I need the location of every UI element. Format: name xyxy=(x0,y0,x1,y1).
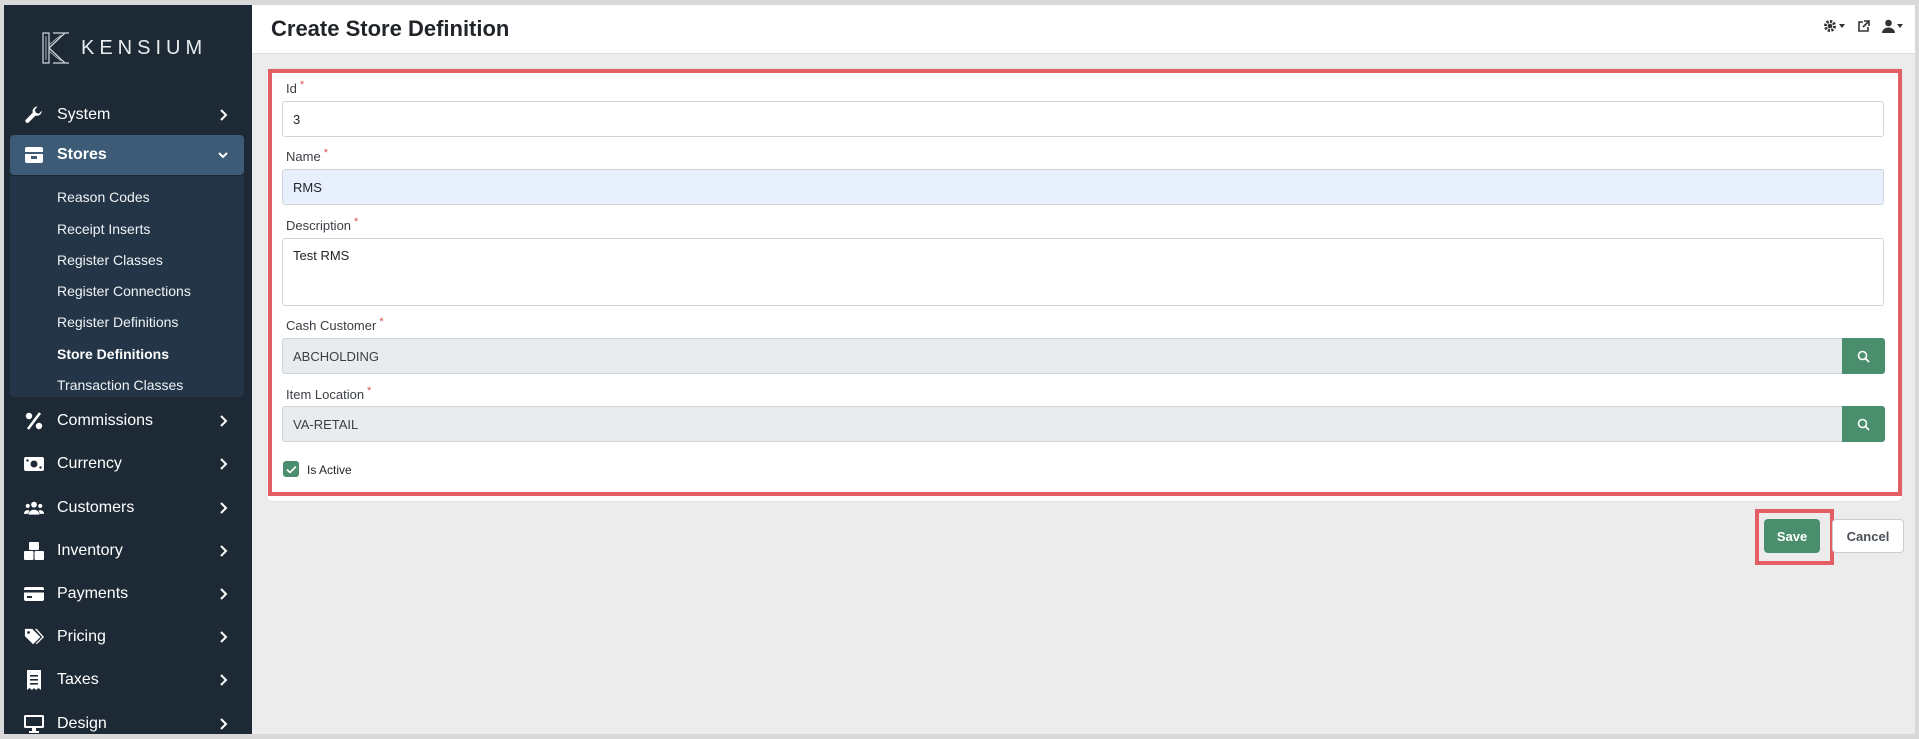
sidebar-item-label: Customers xyxy=(57,499,135,516)
desktop-icon xyxy=(24,714,44,734)
user-menu[interactable] xyxy=(1882,19,1903,33)
sidebar-item-payments[interactable]: Payments xyxy=(10,574,244,614)
search-icon xyxy=(1857,418,1870,431)
submenu-item-register-classes[interactable]: Register Classes xyxy=(57,252,163,268)
required-marker: * xyxy=(367,385,372,397)
required-marker: * xyxy=(354,216,359,228)
page-title: Create Store Definition xyxy=(271,16,510,41)
name-field[interactable] xyxy=(282,169,1884,205)
name-label-text: Name xyxy=(286,149,321,164)
chevron-right-icon xyxy=(220,674,228,686)
stores-submenu: Reason Codes Receipt Inserts Register Cl… xyxy=(10,176,244,397)
sidebar-item-label: Stores xyxy=(57,146,107,163)
item-location-search-button[interactable] xyxy=(1842,406,1885,442)
wrench-icon xyxy=(24,105,44,125)
kensium-logo-icon xyxy=(42,32,69,64)
user-icon xyxy=(1882,19,1895,33)
header-toolbar xyxy=(1823,19,1903,33)
money-icon xyxy=(24,454,44,474)
percent-icon xyxy=(24,411,44,431)
chevron-down-icon xyxy=(218,152,228,159)
submenu-item-register-definitions[interactable]: Register Definitions xyxy=(57,314,178,330)
users-icon xyxy=(24,498,44,518)
sidebar-item-pricing[interactable]: Pricing xyxy=(10,617,244,657)
chevron-right-icon xyxy=(220,545,228,557)
chevron-right-icon xyxy=(220,415,228,427)
settings-menu[interactable] xyxy=(1823,19,1845,33)
caret-down-icon xyxy=(1839,24,1845,28)
external-link-icon xyxy=(1858,19,1870,32)
chevron-right-icon xyxy=(220,109,228,121)
credit-card-icon xyxy=(24,584,44,604)
sidebar-item-label: Currency xyxy=(57,455,122,472)
is-active-checkbox[interactable] xyxy=(283,461,299,477)
cancel-button[interactable]: Cancel xyxy=(1832,519,1904,553)
required-marker: * xyxy=(323,147,328,159)
description-label-text: Description xyxy=(286,218,352,233)
logo: KENSIUM xyxy=(41,31,207,65)
submenu-item-reason-codes[interactable]: Reason Codes xyxy=(57,189,150,205)
sidebar: KENSIUM System Stores Reason Codes Recei… xyxy=(4,5,252,734)
required-marker: * xyxy=(379,316,384,328)
sidebar-item-customers[interactable]: Customers xyxy=(10,488,244,528)
open-external-button[interactable] xyxy=(1857,19,1870,33)
chevron-right-icon xyxy=(220,588,228,600)
chevron-right-icon xyxy=(220,718,228,730)
item-location-label-text: Item Location xyxy=(286,387,365,402)
sidebar-item-taxes[interactable]: Taxes xyxy=(10,660,244,700)
save-button[interactable]: Save xyxy=(1764,519,1820,553)
sidebar-item-label: Pricing xyxy=(57,628,106,645)
is-active-label: Is Active xyxy=(307,463,352,477)
sidebar-item-label: System xyxy=(57,106,111,123)
sidebar-item-label: Taxes xyxy=(57,671,99,688)
logo-text: KENSIUM xyxy=(81,36,208,59)
gear-icon xyxy=(1824,20,1836,32)
sidebar-item-currency[interactable]: Currency xyxy=(10,444,244,484)
id-label: Id * xyxy=(286,79,305,96)
store-icon xyxy=(24,145,44,165)
sidebar-item-design[interactable]: Design xyxy=(10,704,244,734)
chevron-right-icon xyxy=(220,631,228,643)
cash-customer-label-text: Cash Customer xyxy=(286,318,377,333)
sidebar-item-label: Inventory xyxy=(57,542,123,559)
caret-down-icon xyxy=(1897,24,1903,28)
sidebar-item-label: Payments xyxy=(57,585,129,602)
item-location-label: Item Location * xyxy=(286,385,372,402)
submenu-item-transaction-classes[interactable]: Transaction Classes xyxy=(57,377,183,393)
cash-customer-field[interactable] xyxy=(282,338,1844,374)
app-window: KENSIUM System Stores Reason Codes Recei… xyxy=(4,5,1915,734)
cash-customer-search-button[interactable] xyxy=(1842,338,1885,374)
chevron-right-icon xyxy=(220,458,228,470)
sidebar-item-system[interactable]: System xyxy=(10,95,244,135)
submenu-item-store-definitions[interactable]: Store Definitions xyxy=(57,346,169,362)
sidebar-item-inventory[interactable]: Inventory xyxy=(10,531,244,571)
chevron-right-icon xyxy=(220,502,228,514)
search-icon xyxy=(1857,350,1870,363)
sidebar-item-label: Design xyxy=(57,715,107,732)
description-field[interactable]: Test RMS xyxy=(282,238,1884,306)
sidebar-item-label: Commissions xyxy=(57,412,154,429)
name-label: Name * xyxy=(286,147,328,164)
cash-customer-label: Cash Customer * xyxy=(286,316,384,333)
item-location-field[interactable] xyxy=(282,406,1844,442)
required-marker: * xyxy=(299,79,305,91)
sidebar-item-commissions[interactable]: Commissions xyxy=(10,401,244,441)
id-field[interactable] xyxy=(282,101,1884,137)
tags-icon xyxy=(24,627,44,647)
checkmark-icon xyxy=(285,465,297,474)
submenu-item-receipt-inserts[interactable]: Receipt Inserts xyxy=(57,221,150,237)
receipt-icon xyxy=(24,670,44,690)
header: Create Store Definition xyxy=(252,5,1915,54)
id-label-text: Id xyxy=(286,81,297,96)
boxes-icon xyxy=(24,541,44,561)
submenu-item-register-connections[interactable]: Register Connections xyxy=(57,283,191,299)
sidebar-item-stores[interactable]: Stores xyxy=(10,135,244,175)
description-label: Description * xyxy=(286,216,359,233)
